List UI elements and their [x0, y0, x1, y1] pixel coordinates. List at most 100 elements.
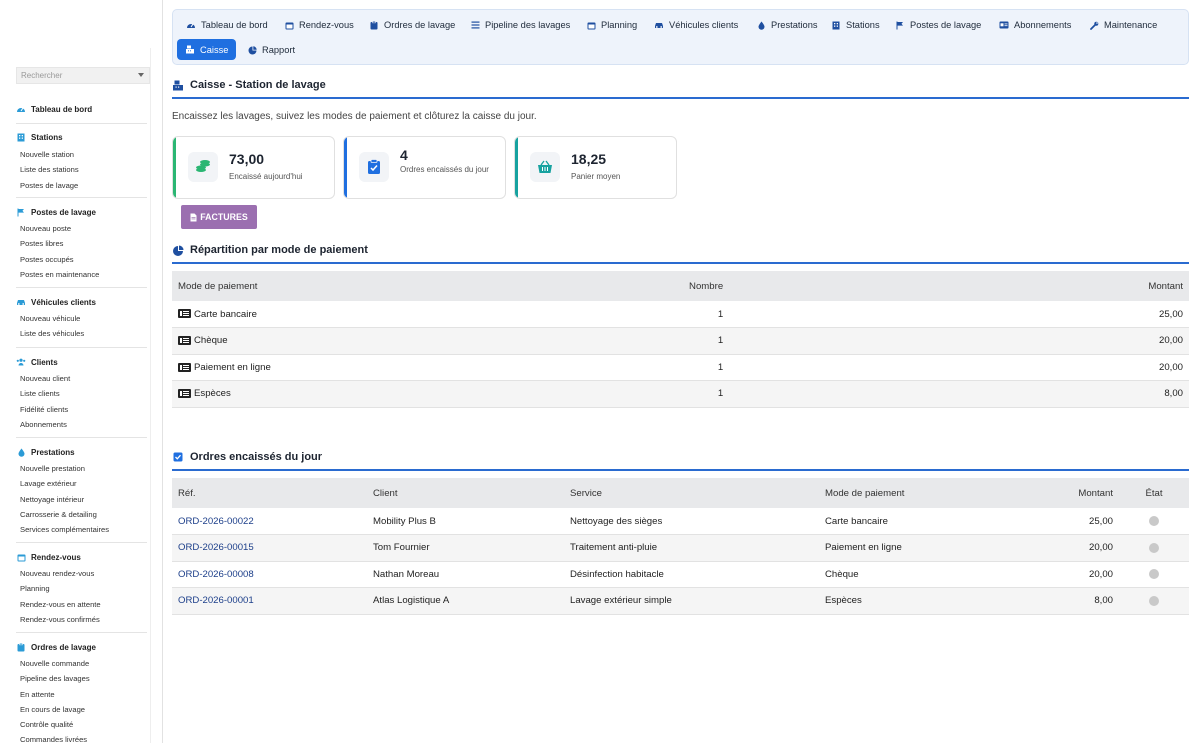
- sidebar-link-exterior-wash[interactable]: Lavage extérieur: [16, 476, 147, 491]
- sidebar-link-new-appointment[interactable]: Nouveau rendez-vous: [16, 566, 147, 581]
- sidebar-link-loyalty[interactable]: Fidélité clients: [16, 402, 147, 417]
- column-header-amount: Montant: [968, 271, 1189, 301]
- order-ref-link[interactable]: ORD-2026-00001: [172, 587, 367, 615]
- orders-title: Ordres encaissés du jour: [172, 451, 322, 463]
- wrench-icon: [1089, 20, 1099, 30]
- sidebar-link-new-client[interactable]: Nouveau client: [16, 371, 147, 386]
- car-icon: [16, 298, 26, 307]
- sidebar-item-vehicles[interactable]: Véhicules clients: [16, 296, 147, 308]
- sidebar-item-clients[interactable]: Clients: [16, 356, 147, 368]
- status-dot-icon: [1149, 542, 1159, 553]
- sidebar-link-in-progress[interactable]: En cours de lavage: [16, 702, 147, 717]
- tab-cash-register[interactable]: Caisse: [177, 39, 237, 60]
- sidebar-link-waiting[interactable]: En attente: [16, 687, 147, 702]
- order-payment-mode: Paiement en ligne: [819, 534, 999, 562]
- order-service: Désinfection habitacle: [564, 561, 819, 588]
- basket-icon: [530, 152, 560, 182]
- order-amount: 8,00: [999, 587, 1119, 615]
- tab-services[interactable]: Prestations: [750, 15, 824, 35]
- sidebar-section-vehicles: Véhicules clients Nouveau véhicule Liste…: [16, 296, 147, 342]
- sidebar-link-confirmed-appointments[interactable]: Rendez-vous confirmés: [16, 612, 147, 627]
- sidebar-link-pending-appointments[interactable]: Rendez-vous en attente: [16, 597, 147, 612]
- sidebar-separator: [16, 632, 147, 633]
- order-ref-link[interactable]: ORD-2026-00022: [172, 508, 367, 535]
- orders-table: Réf. Client Service Mode de paiement Mon…: [172, 478, 1189, 615]
- tab-wash-bays[interactable]: Postes de lavage: [889, 15, 987, 35]
- sidebar-section-appointments: Rendez-vous Nouveau rendez-vous Planning…: [16, 551, 147, 627]
- sidebar-section-orders: Ordres de lavage Nouvelle commande Pipel…: [16, 641, 147, 743]
- money-icon: [178, 336, 191, 346]
- order-ref-link[interactable]: ORD-2026-00015: [172, 534, 367, 562]
- flag-icon: [16, 208, 26, 217]
- sidebar-link-new-service[interactable]: Nouvelle prestation: [16, 461, 147, 476]
- sidebar-link-free-bays[interactable]: Postes libres: [16, 236, 147, 251]
- payment-amount: 8,00: [968, 380, 1189, 408]
- sidebar-link-new-order[interactable]: Nouvelle commande: [16, 656, 147, 671]
- tab-wash-pipeline[interactable]: Pipeline des lavages: [464, 15, 576, 35]
- tab-planning[interactable]: Planning: [580, 15, 643, 35]
- sidebar-separator: [16, 197, 147, 198]
- sidebar-link-client-list[interactable]: Liste clients: [16, 386, 147, 401]
- dashboard-icon: [186, 20, 196, 30]
- sidebar-link-subscriptions[interactable]: Abonnements: [16, 417, 147, 432]
- sidebar-item-dashboard[interactable]: Tableau de bord: [16, 103, 147, 115]
- sidebar-link-new-station[interactable]: Nouvelle station: [16, 147, 147, 162]
- table-row: Chèque 1 20,00: [172, 327, 1189, 355]
- tab-wash-orders[interactable]: Ordres de lavage: [363, 15, 461, 35]
- sidebar-item-orders[interactable]: Ordres de lavage: [16, 641, 147, 653]
- sidebar-link-vehicle-list[interactable]: Liste des véhicules: [16, 326, 147, 341]
- sidebar-link-new-bay[interactable]: Nouveau poste: [16, 221, 147, 236]
- tab-appointments[interactable]: Rendez-vous: [278, 15, 360, 35]
- sidebar-section-bays: Postes de lavage Nouveau poste Postes li…: [16, 206, 147, 282]
- sidebar-item-stations[interactable]: Stations: [16, 131, 147, 143]
- table-header-row: Mode de paiement Nombre Montant: [172, 271, 1189, 301]
- sidebar-item-bays[interactable]: Postes de lavage: [16, 206, 147, 218]
- sidebar-link-wash-pipeline[interactable]: Pipeline des lavages: [16, 671, 147, 686]
- sidebar-link-quality-control[interactable]: Contrôle qualité: [16, 717, 147, 732]
- order-client: Nathan Moreau: [367, 561, 564, 588]
- tab-subscriptions[interactable]: Abonnements: [993, 15, 1077, 35]
- sidebar-item-appointments[interactable]: Rendez-vous: [16, 551, 147, 563]
- card-icon: [999, 20, 1009, 30]
- sidebar-separator: [16, 287, 147, 288]
- building-icon: [16, 133, 26, 142]
- sidebar-link-new-vehicle[interactable]: Nouveau véhicule: [16, 311, 147, 326]
- sidebar-link-interior-cleaning[interactable]: Nettoyage intérieur: [16, 492, 147, 507]
- column-header-service: Service: [564, 478, 819, 508]
- order-ref-link[interactable]: ORD-2026-00008: [172, 561, 367, 588]
- order-service: Lavage extérieur simple: [564, 587, 819, 615]
- invoices-button[interactable]: FACTURES: [181, 205, 257, 229]
- order-client: Atlas Logistique A: [367, 587, 564, 615]
- pie-icon: [247, 45, 257, 55]
- tab-vehicles[interactable]: Véhicules clients: [648, 15, 744, 35]
- sidebar-link-bodywork[interactable]: Carrosserie & detailing: [16, 507, 147, 522]
- cash-register-icon: [172, 79, 184, 91]
- column-header-mode: Mode de paiement: [172, 271, 684, 301]
- order-amount: 25,00: [999, 508, 1119, 535]
- sidebar-link-extra-services[interactable]: Services complémentaires: [16, 522, 147, 537]
- search-input[interactable]: Rechercher: [16, 67, 150, 84]
- sidebar-link-station-list[interactable]: Liste des stations: [16, 162, 147, 177]
- building-icon: [831, 20, 841, 30]
- kpi-accent-bar: [515, 137, 518, 198]
- sidebar-separator: [16, 347, 147, 348]
- tab-report[interactable]: Rapport: [241, 40, 301, 60]
- kpi-card-orders-cashed: 4 Ordres encaissés du jour: [343, 136, 506, 199]
- sidebar-item-services[interactable]: Prestations: [16, 446, 147, 458]
- tab-dashboard[interactable]: Tableau de bord: [180, 15, 274, 35]
- tab-stations[interactable]: Stations: [825, 15, 886, 35]
- column-header-ref: Réf.: [172, 478, 367, 508]
- tab-maintenance[interactable]: Maintenance: [1083, 15, 1163, 35]
- sidebar-link-wash-bays[interactable]: Postes de lavage: [16, 178, 147, 193]
- table-row: ORD-2026-00008 Nathan Moreau Désinfectio…: [172, 561, 1189, 588]
- kpi-value: 73,00: [229, 151, 265, 167]
- sidebar-section-services: Prestations Nouvelle prestation Lavage e…: [16, 446, 147, 537]
- sidebar-link-delivered-orders[interactable]: Commandes livrées: [16, 732, 147, 743]
- chevron-down-icon[interactable]: [138, 73, 144, 77]
- pie-icon: [172, 244, 184, 256]
- order-service: Traitement anti-pluie: [564, 534, 819, 562]
- sidebar-link-busy-bays[interactable]: Postes occupés: [16, 252, 147, 267]
- sidebar-section-clients: Clients Nouveau client Liste clients Fid…: [16, 356, 147, 432]
- sidebar-link-maintenance-bays[interactable]: Postes en maintenance: [16, 267, 147, 282]
- sidebar-link-planning[interactable]: Planning: [16, 581, 147, 596]
